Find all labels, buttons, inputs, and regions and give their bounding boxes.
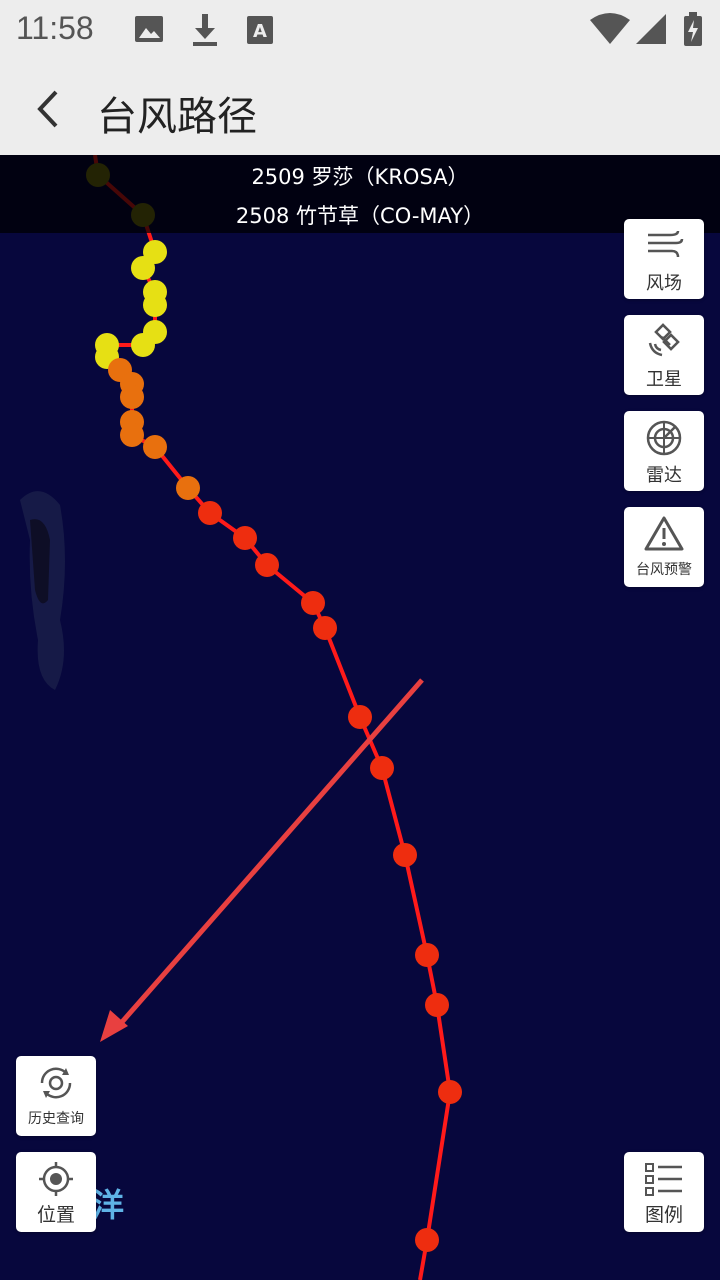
history-query-button[interactable]: 历史查询 <box>16 1056 96 1136</box>
annotation-arrow <box>100 678 424 1042</box>
warning-icon <box>644 516 684 551</box>
typhoon-item[interactable]: 2508 竹节草（CO-MAY） <box>0 200 720 230</box>
locate-icon <box>39 1162 73 1196</box>
typhoon-item[interactable]: 2509 罗莎（KROSA） <box>0 161 720 191</box>
signal-icon <box>636 14 666 44</box>
radar-button[interactable]: 雷达 <box>624 411 704 491</box>
location-label: 位置 <box>36 1204 75 1226</box>
satellite-label: 卫星 <box>646 369 682 390</box>
typhoon-map[interactable] <box>0 155 720 1280</box>
status-bar: 11:58 A <box>0 0 720 62</box>
back-arrow-icon[interactable] <box>30 86 70 132</box>
track-point <box>233 526 257 550</box>
track-point <box>301 591 325 615</box>
legend-button[interactable]: 图例 <box>624 1152 704 1232</box>
track-point <box>143 293 167 317</box>
battery-icon <box>684 12 702 46</box>
track-point <box>131 333 155 357</box>
status-time: 11:58 <box>16 10 94 46</box>
page-title: 台风路径 <box>97 94 257 140</box>
wind-field-button[interactable]: 风场 <box>624 219 704 299</box>
track-points <box>86 163 462 1252</box>
track-point <box>393 843 417 867</box>
list-icon <box>645 1163 682 1196</box>
track-point <box>415 943 439 967</box>
history-query-label: 历史查询 <box>28 1111 84 1127</box>
track-point <box>255 553 279 577</box>
track-point <box>120 385 144 409</box>
download-icon <box>193 14 217 46</box>
track-point <box>425 993 449 1017</box>
radar-label: 雷达 <box>646 465 682 486</box>
track-point <box>198 501 222 525</box>
history-icon <box>40 1067 72 1099</box>
track-point <box>131 256 155 280</box>
typhoon-list: 2509 罗莎（KROSA） 2508 竹节草（CO-MAY） <box>0 155 720 233</box>
typhoon-warning-label: 台风预警 <box>636 562 692 578</box>
track-point <box>370 756 394 780</box>
track-point <box>348 705 372 729</box>
track-point <box>415 1228 439 1252</box>
track-point <box>313 616 337 640</box>
track-point <box>176 476 200 500</box>
a-icon: A <box>247 16 273 44</box>
track-point <box>120 423 144 447</box>
image-icon <box>135 16 163 42</box>
track-point <box>438 1080 462 1104</box>
svg-text:A: A <box>253 21 267 42</box>
satellite-button[interactable]: 卫星 <box>624 315 704 395</box>
satellite-icon <box>648 323 680 357</box>
legend-label: 图例 <box>644 1204 683 1226</box>
map-canvas <box>20 155 462 1280</box>
wind-icon <box>648 230 684 258</box>
typhoon-warning-button[interactable]: 台风预警 <box>624 507 704 587</box>
wifi-icon <box>590 13 630 44</box>
track-point <box>143 435 167 459</box>
map-ocean-label: 洋 <box>92 1186 125 1224</box>
location-button[interactable]: 位置 <box>16 1152 96 1232</box>
radar-icon <box>646 420 682 456</box>
wind-field-label: 风场 <box>646 273 682 294</box>
app-bar: 台风路径 <box>0 62 720 155</box>
